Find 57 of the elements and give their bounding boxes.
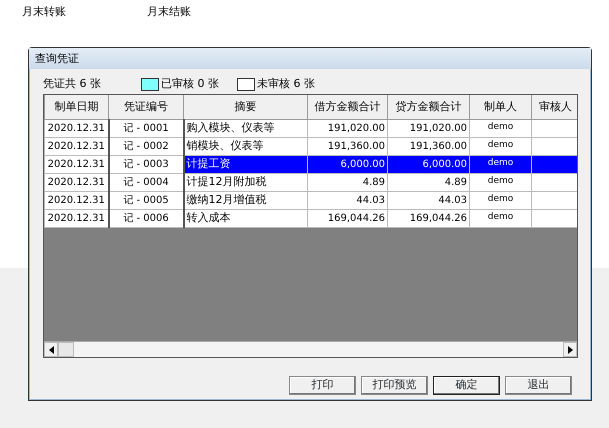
table-cell: 2020.12.31	[44, 191, 108, 209]
table-cell: 4.89	[308, 173, 388, 191]
column-header[interactable]: 审核人	[532, 95, 577, 119]
table-cell: 6,000.00	[388, 155, 470, 173]
table-cell: 转入成本	[184, 209, 308, 227]
legend-label: 已审核 0 张	[161, 76, 219, 92]
table-cell: 2020.12.31	[44, 137, 108, 155]
column-header[interactable]: 制单日期	[44, 95, 108, 119]
table-cell: 记 - 0005	[108, 191, 184, 209]
table-cell: 169,044.26	[308, 209, 388, 227]
horizontal-scrollbar[interactable]	[44, 341, 577, 357]
dialog-button[interactable]: 打印	[289, 376, 356, 395]
scroll-right-icon[interactable]	[568, 346, 572, 354]
menu-link[interactable]: 月末结账	[147, 4, 272, 47]
scroll-left-icon[interactable]	[48, 346, 54, 354]
dialog-button[interactable]: 退出	[505, 376, 572, 395]
table-cell: 缴纳12月增值税	[184, 191, 308, 209]
table-cell: 169,044.26	[388, 209, 470, 227]
table-cell: 购入模块、仪表等	[184, 119, 308, 137]
table-cell: 6,000.00	[308, 155, 388, 173]
column-header[interactable]: 摘要	[184, 95, 308, 119]
table-cell: demo	[470, 173, 532, 191]
column-header[interactable]: 凭证编号	[108, 95, 184, 119]
table-cell: 2020.12.31	[44, 209, 108, 227]
column-header[interactable]: 制单人	[470, 95, 532, 119]
table-cell: 191,020.00	[308, 119, 388, 137]
column-header[interactable]: 贷方金额合计	[388, 95, 470, 119]
table-cell: 2020.12.31	[44, 155, 108, 173]
table-cell: 计提12月附加税	[184, 173, 308, 191]
table-cell: 记 - 0001	[108, 119, 184, 137]
table-cell: 记 - 0002	[108, 137, 184, 155]
table-cell: 4.89	[388, 173, 470, 191]
table-cell: 44.03	[308, 191, 388, 209]
table-cell: demo	[470, 137, 532, 155]
table-cell: 2020.12.31	[44, 119, 108, 137]
legend-label: 未审核 6 张	[257, 76, 315, 92]
voucher-count: 凭证共 6 张	[43, 76, 102, 92]
table-cell: demo	[470, 119, 532, 137]
menu-link[interactable]: 月末转账	[22, 4, 147, 47]
column-header[interactable]: 借方金额合计	[308, 95, 388, 119]
table-cell: 44.03	[388, 191, 470, 209]
table-cell: 记 - 0004	[108, 173, 184, 191]
table-cell: 记 - 0003	[108, 155, 184, 173]
table-cell: 销模块、仪表等	[184, 137, 308, 155]
table-cell: 191,360.00	[308, 137, 388, 155]
dialog-button[interactable]: 打印预览	[361, 376, 428, 395]
table-cell: demo	[470, 155, 532, 173]
dialog-button[interactable]: 确定	[433, 376, 500, 395]
table-cell: 191,020.00	[388, 119, 470, 137]
table-cell: 191,360.00	[388, 137, 470, 155]
table-cell: demo	[470, 209, 532, 227]
table-cell: 2020.12.31	[44, 173, 108, 191]
scroll-thumb[interactable]	[58, 342, 74, 357]
table-cell: demo	[470, 191, 532, 209]
table-cell: 计提工资	[184, 155, 308, 173]
window-title: 查询凭证	[29, 48, 591, 69]
table-cell: 记 - 0006	[108, 209, 184, 227]
